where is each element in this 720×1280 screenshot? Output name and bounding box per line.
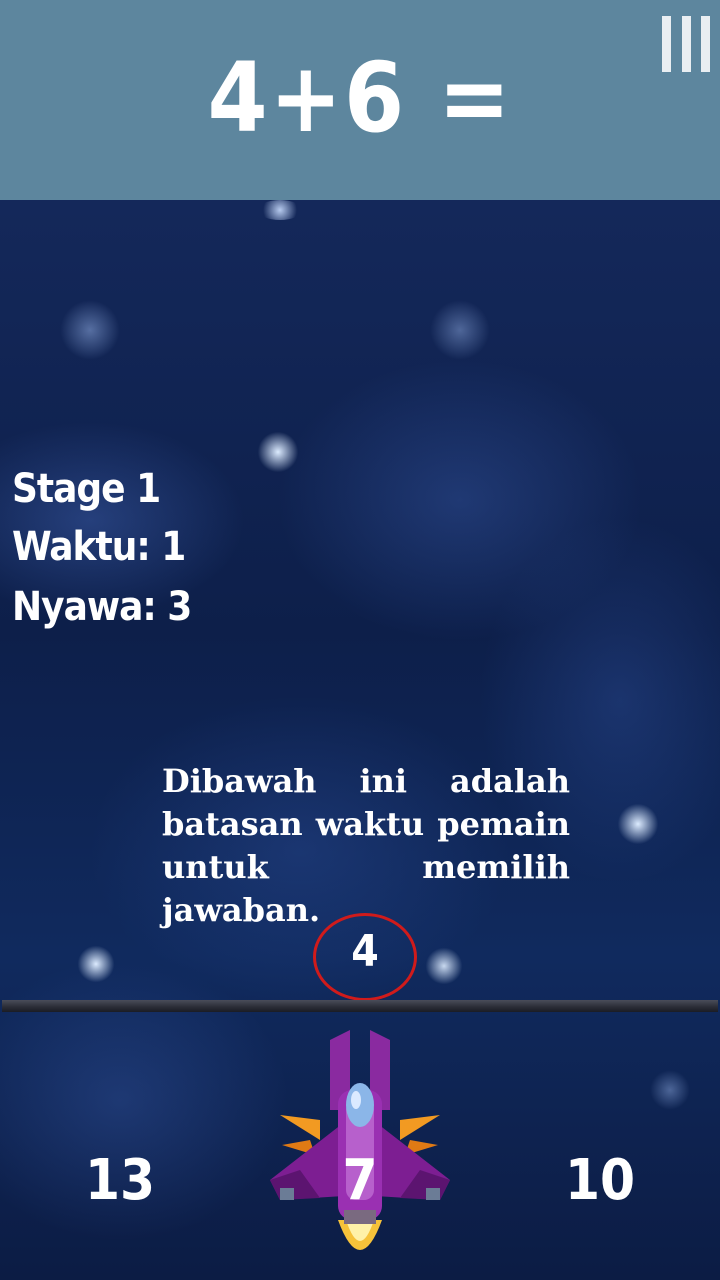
time-bar-divider <box>2 1000 718 1012</box>
menu-bars-icon <box>681 16 691 72</box>
equation-text: 4+6 = <box>207 42 513 154</box>
answer-option-center[interactable]: 7 <box>300 1148 420 1213</box>
star-glow <box>258 200 302 220</box>
timer-value: 4 <box>351 926 379 977</box>
menu-bars-icon <box>662 16 671 72</box>
star-glow <box>424 946 464 986</box>
lives-label: Nyawa: 3 <box>12 584 192 630</box>
answer-option-right[interactable]: 10 <box>540 1148 660 1213</box>
tutorial-text: Dibawah ini adalah batasan waktu pemain … <box>162 762 570 929</box>
stage-label: Stage 1 <box>12 466 161 512</box>
star-glow <box>616 802 660 846</box>
star-glow <box>60 300 120 360</box>
star-glow <box>650 1070 690 1110</box>
time-label: Waktu: 1 <box>12 524 186 570</box>
equation-header: 4+6 = <box>0 0 720 200</box>
star-glow <box>430 300 490 360</box>
menu-bars-icon <box>701 16 710 72</box>
star-glow <box>256 430 300 474</box>
menu-button[interactable] <box>662 16 710 72</box>
answer-option-left[interactable]: 13 <box>60 1148 180 1213</box>
star-glow <box>76 944 116 984</box>
